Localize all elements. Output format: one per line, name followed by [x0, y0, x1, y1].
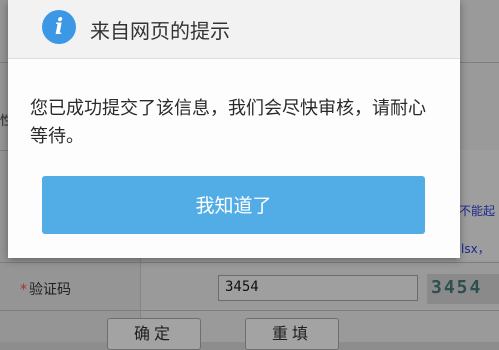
- alert-dialog: i 来自网页的提示 您已成功提交了该信息，我们会尽快审核，请耐心等待。 我知道了: [8, 0, 460, 258]
- form-row-divider: [0, 262, 499, 263]
- required-mark: *: [20, 282, 27, 298]
- confirm-button[interactable]: 确定: [107, 318, 201, 350]
- captcha-label: * 验证码: [20, 279, 71, 299]
- captcha-image[interactable]: 3454: [427, 274, 499, 304]
- dialog-message: 您已成功提交了该信息，我们会尽快审核，请耐心等待。: [30, 98, 426, 147]
- captcha-label-text: 验证码: [29, 282, 71, 298]
- info-icon: i: [42, 10, 76, 44]
- dialog-title: 来自网页的提示: [90, 19, 230, 43]
- ok-button[interactable]: 我知道了: [42, 176, 425, 234]
- form-row-divider: [0, 310, 499, 311]
- reset-button[interactable]: 重填: [245, 318, 339, 350]
- dialog-header: i 来自网页的提示: [8, 0, 460, 59]
- partial-hint-text: lsx，: [461, 242, 490, 256]
- partial-hint-link[interactable]: 不能起: [459, 202, 495, 219]
- captcha-input[interactable]: 3454: [218, 275, 418, 301]
